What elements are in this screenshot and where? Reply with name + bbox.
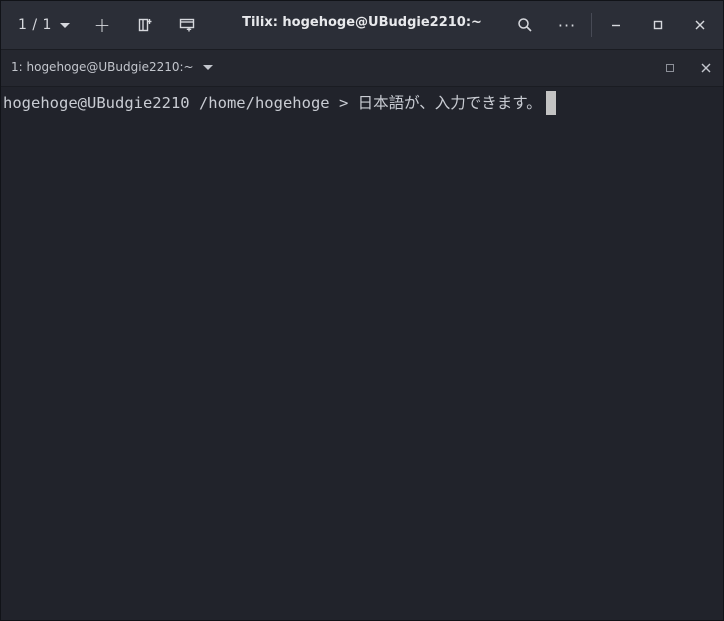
split-terminal-icon [179, 18, 195, 32]
terminal-title-menu[interactable]: 1: hogehoge@UBudgie2210:~ [11, 60, 213, 74]
chevron-down-icon [59, 22, 70, 28]
search-icon [518, 18, 532, 32]
split-terminal-button[interactable] [173, 11, 201, 39]
sidebar-icon [138, 18, 152, 32]
plus-icon: + [93, 13, 111, 37]
sidebar-toggle-button[interactable] [131, 11, 159, 39]
terminal-cursor [545, 91, 556, 115]
close-icon [695, 20, 705, 30]
session-switcher[interactable]: 1 / 1 [9, 11, 79, 39]
close-icon [701, 63, 711, 73]
menu-button[interactable]: ··· [553, 11, 581, 39]
close-button[interactable] [686, 11, 714, 39]
tilix-window: 1 / 1 + Tilix: hogehoge@UBudgie2210:~ ··… [0, 0, 724, 621]
window-title: Tilix: hogehoge@UBudgie2210:~ [242, 15, 482, 30]
terminal-line: hogehoge@UBudgie2210 /home/hogehoge > 日本… [3, 91, 556, 115]
minimize-button[interactable] [602, 11, 630, 39]
terminal-close-button[interactable] [697, 59, 715, 77]
terminal-title: 1: hogehoge@UBudgie2210:~ [11, 60, 194, 74]
session-indicator: 1 / 1 [18, 17, 52, 33]
maximize-icon [666, 64, 674, 72]
more-icon: ··· [557, 15, 577, 35]
header-separator [591, 13, 592, 37]
terminal-input: 日本語が、入力できます。 [357, 94, 542, 112]
terminal-area[interactable]: hogehoge@UBudgie2210 /home/hogehoge > 日本… [1, 87, 723, 620]
terminal-prompt: hogehoge@UBudgie2210 /home/hogehoge > [3, 94, 358, 112]
add-session-button[interactable]: + [87, 11, 117, 39]
terminal-maximize-button[interactable] [661, 60, 679, 76]
header-bar: 1 / 1 + Tilix: hogehoge@UBudgie2210:~ ··… [1, 1, 723, 50]
search-button[interactable] [511, 11, 539, 39]
terminal-title-bar: 1: hogehoge@UBudgie2210:~ [1, 50, 723, 87]
minimize-icon [612, 24, 620, 27]
maximize-button[interactable] [644, 11, 672, 39]
chevron-down-icon [202, 64, 213, 70]
maximize-icon [653, 20, 663, 30]
